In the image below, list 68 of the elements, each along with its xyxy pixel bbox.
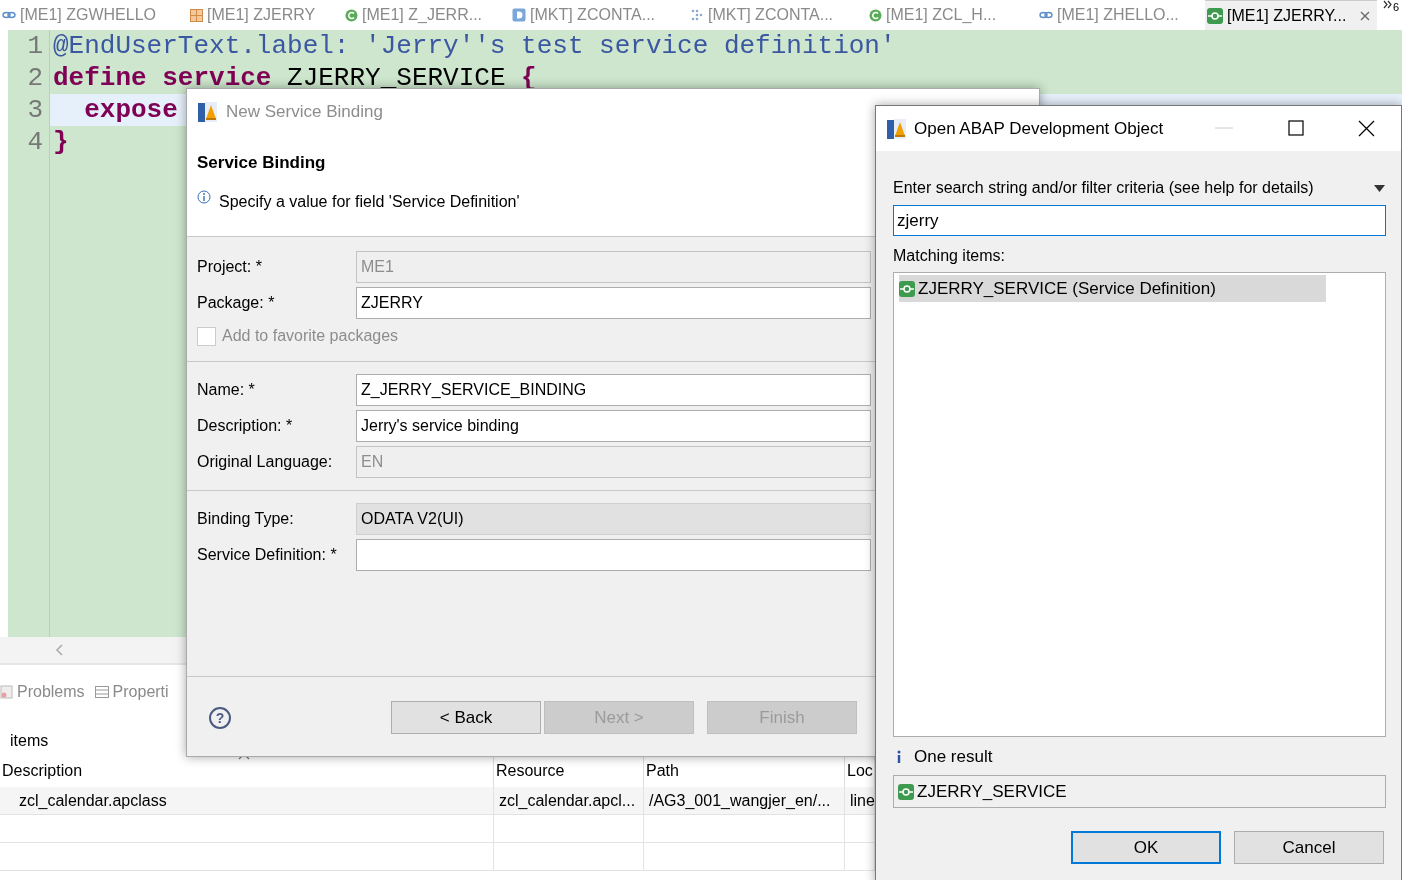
dropdown-caret-icon[interactable] (1374, 184, 1385, 192)
status-text: One result (914, 746, 993, 769)
field-label: Project: * (197, 257, 263, 277)
help-button[interactable]: ? (209, 706, 231, 729)
editor-tab[interactable]: [ME1] ZGWHELLO (0, 0, 188, 30)
editor-tab[interactable]: [ME1] ZJERRY... (1205, 0, 1377, 30)
table-cell: zcl_calendar.apclass (0, 787, 494, 815)
document-icon (512, 8, 526, 22)
filter-label: Enter search string and/or filter criteria (see help for details) (893, 178, 1314, 198)
circle-icon (345, 8, 358, 22)
page-heading: Service Binding (197, 152, 327, 174)
editor-tab[interactable]: [ME1] ZJERRY (188, 0, 343, 30)
checkbox-label: Add to favorite packages (222, 326, 399, 346)
table-cell: zcl_calendar.apcl... (494, 787, 644, 815)
code-line: @EndUserText.label: 'Jerry''s test service definition' (53, 30, 896, 62)
list-label: Matching items: (893, 246, 1007, 266)
panel-tab[interactable]: Problems (0, 680, 85, 704)
field-label: Name: * (197, 380, 256, 400)
dialog-button[interactable]: Cancel (1234, 831, 1384, 864)
field-label: Service Definition: * (197, 545, 338, 565)
editor-tab[interactable]: [ME1] ZCL_H... (867, 0, 1037, 30)
table-cell: line (845, 787, 875, 815)
book-cone-icon (886, 117, 908, 140)
field-label: Description: * (197, 416, 294, 436)
circle-link-icon (1207, 7, 1223, 24)
link-icon (2, 9, 16, 21)
input-field[interactable]: Jerry's service binding (356, 410, 871, 442)
result-item[interactable]: ZJERRY_SERVICE (Service Definition) (899, 275, 1326, 302)
info-icon (197, 189, 211, 204)
input-field[interactable]: ZJERRY (356, 287, 871, 319)
editor-tab[interactable]: [MKT] ZCONTA... (510, 0, 688, 30)
dialog-title: Open ABAP Development Object (914, 117, 1164, 140)
circle-icon (869, 8, 882, 22)
field-label: Original Language: (197, 452, 334, 472)
link-icon (1039, 9, 1053, 21)
info-icon (896, 750, 902, 764)
editor-tab[interactable]: [ME1] Z_JERR... (343, 0, 510, 30)
dots-icon (690, 8, 704, 22)
dialog-button[interactable]: OK (1071, 831, 1221, 864)
item-count: items (10, 731, 49, 751)
field-label: Binding Type: (197, 509, 295, 529)
editor-tab[interactable]: [ME1] ZHELLO... (1037, 0, 1205, 30)
input-field[interactable] (356, 539, 871, 571)
detail-box: ZJERRY_SERVICE (893, 775, 1386, 808)
dialog-title: New Service Binding (226, 100, 383, 123)
line-number: 1 (26, 30, 44, 62)
search-field[interactable]: zjerry (893, 205, 1386, 236)
line-number: 3 (26, 94, 44, 126)
code-line: } (53, 126, 69, 158)
grid-icon (190, 8, 203, 22)
book-cone-icon (197, 100, 219, 123)
chevron-double-icon[interactable] (1383, 0, 1392, 9)
panel-tab[interactable]: Properti (94, 680, 169, 704)
page-message: Specify a value for field 'Service Definition' (219, 191, 520, 212)
editor-tab[interactable]: [MKT] ZCONTA... (688, 0, 867, 30)
table-cell: /AG3_001_wangjer_en/... (644, 787, 845, 815)
code-line: expose (83, 94, 178, 126)
warning-list-icon (0, 685, 13, 699)
wizard-button[interactable]: < Back (391, 701, 541, 734)
table-icon (94, 686, 109, 698)
circle-link-icon (899, 280, 915, 297)
line-number: 4 (26, 126, 44, 158)
circle-link-icon (898, 783, 914, 800)
input-field[interactable]: Z_JERRY_SERVICE_BINDING (356, 374, 871, 406)
line-number: 2 (26, 62, 44, 94)
overflow-count[interactable]: 6 (1393, 2, 1400, 13)
field-label: Package: * (197, 293, 276, 313)
dropdown-field[interactable]: ODATA V2(UI) (356, 503, 871, 535)
